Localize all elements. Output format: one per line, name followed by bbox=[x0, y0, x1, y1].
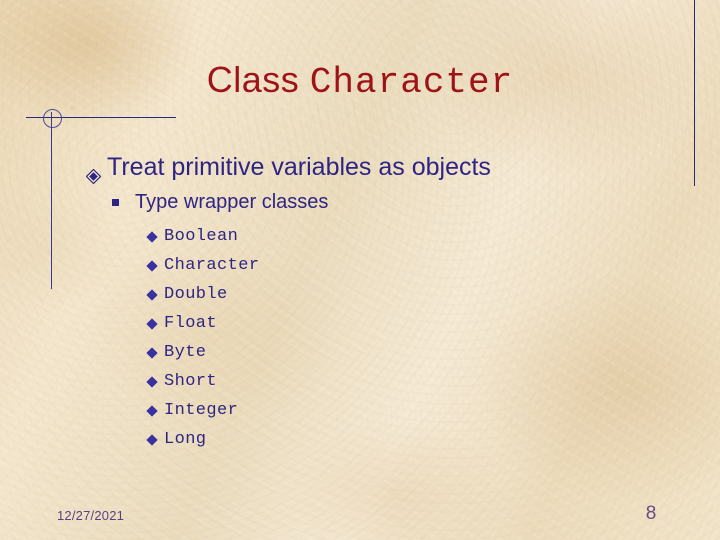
list-item: Double bbox=[0, 280, 720, 309]
list-item: Long bbox=[0, 425, 720, 454]
list-item-label: Byte bbox=[164, 343, 207, 362]
small-diamond-bullet-icon bbox=[146, 347, 158, 359]
list-item-label: Integer bbox=[164, 401, 239, 420]
list-item-label: Float bbox=[164, 314, 218, 333]
list-item-label: Short bbox=[164, 372, 218, 391]
slide-title-class-word: Class bbox=[206, 59, 310, 100]
list-item-label: Long bbox=[164, 430, 207, 449]
slide-body: Treat primitive variables as objects Typ… bbox=[0, 150, 720, 454]
slide-title-character-word: Character bbox=[309, 62, 514, 103]
list-item: Character bbox=[0, 251, 720, 280]
wrapper-class-list: Boolean Character Double Float Byte Shor… bbox=[0, 222, 720, 454]
slide-title: Class Character bbox=[0, 58, 720, 105]
diamond-bullet-icon bbox=[85, 159, 102, 185]
small-diamond-bullet-icon bbox=[146, 434, 158, 446]
bullet-level2-item: Type wrapper classes bbox=[0, 188, 720, 216]
list-item: Byte bbox=[0, 338, 720, 367]
footer-date: 12/27/2021 bbox=[57, 508, 125, 523]
small-diamond-bullet-icon bbox=[146, 376, 158, 388]
small-diamond-bullet-icon bbox=[146, 318, 158, 330]
list-item-label: Character bbox=[164, 256, 260, 275]
bullet-level2-label: Type wrapper classes bbox=[135, 191, 329, 213]
small-diamond-bullet-icon bbox=[146, 231, 158, 243]
list-item-label: Double bbox=[164, 285, 228, 304]
list-item: Integer bbox=[0, 396, 720, 425]
list-item: Boolean bbox=[0, 222, 720, 251]
footer-page-number: 8 bbox=[645, 503, 657, 524]
list-item-label: Boolean bbox=[164, 227, 239, 246]
small-diamond-bullet-icon bbox=[146, 260, 158, 272]
square-bullet-icon bbox=[112, 199, 119, 206]
list-item: Float bbox=[0, 309, 720, 338]
small-diamond-bullet-icon bbox=[146, 405, 158, 417]
presentation-slide: Class Character Treat primitive variable… bbox=[0, 0, 720, 540]
bullet-level1-item: Treat primitive variables as objects bbox=[0, 150, 720, 185]
list-item: Short bbox=[0, 367, 720, 396]
small-diamond-bullet-icon bbox=[146, 289, 158, 301]
decorative-ring-icon bbox=[43, 109, 62, 128]
bullet-level1-label: Treat primitive variables as objects bbox=[107, 153, 491, 181]
